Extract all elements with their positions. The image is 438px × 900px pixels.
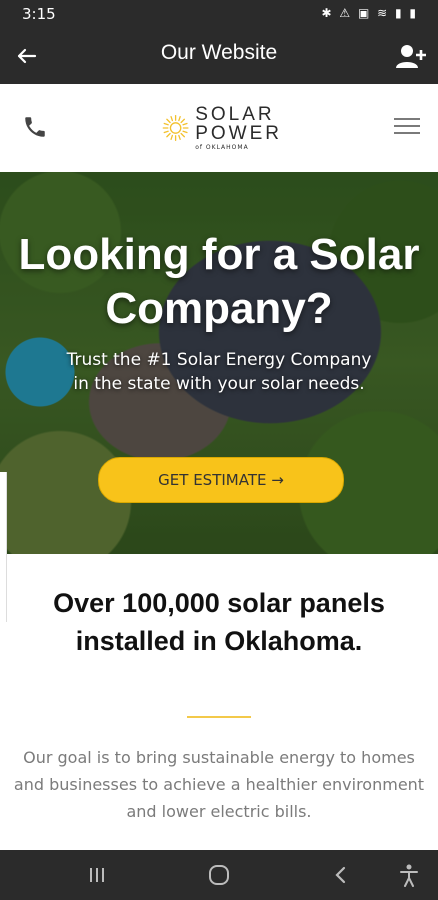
edge-panel-handle[interactable] [0,472,7,622]
status-time: 3:15 [22,5,56,23]
nav-back-button[interactable] [326,862,356,888]
home-button[interactable] [204,862,234,888]
logo-line-power: POWER [195,123,282,144]
get-estimate-button[interactable]: GET ESTIMATE → [98,457,344,503]
stats-heading: Over 100,000 solar panels installed in O… [53,588,385,656]
logo-line-solar: SOLAR [195,104,275,125]
hero-subtitle: Trust the #1 Solar Energy Company in the… [66,350,372,394]
section-divider [187,716,251,718]
logo-line-oklahoma: of OKLAHOMA [195,144,249,151]
accessibility-icon [400,864,418,887]
hamburger-menu-icon[interactable] [394,118,420,138]
home-icon [209,865,229,885]
accessibility-button[interactable] [394,862,424,888]
site-header: SOLAR POWER of OKLAHOMA [0,84,438,173]
webview: SOLAR POWER of OKLAHOMA Looking for a So… [0,84,438,850]
recents-icon [90,868,104,882]
stats-description: Our goal is to bring sustainable energy … [13,748,425,821]
site-logo[interactable]: SOLAR POWER of OKLAHOMA [162,102,282,154]
phone-icon [25,117,45,137]
page-title: Our Website [160,41,278,64]
system-nav-bar [0,850,438,900]
recents-button[interactable] [82,862,112,888]
status-bar: 3:15 ✱ ⚠ ▣ ≋ ▮ ▮ [0,0,438,28]
hero-section: Looking for a Solar Company? Trust the #… [0,172,438,554]
call-button[interactable] [22,114,52,144]
logo-wordmark: SOLAR POWER of OKLAHOMA [195,105,282,151]
app-bar: Our Website [0,28,438,84]
person-add-icon [396,45,426,68]
hero-title: Looking for a Solar Company? [18,230,420,333]
back-chevron-icon [335,866,346,884]
sun-icon [162,115,189,141]
status-icons: ✱ ⚠ ▣ ≋ ▮ ▮ [321,6,418,20]
add-contact-button[interactable] [394,40,428,72]
